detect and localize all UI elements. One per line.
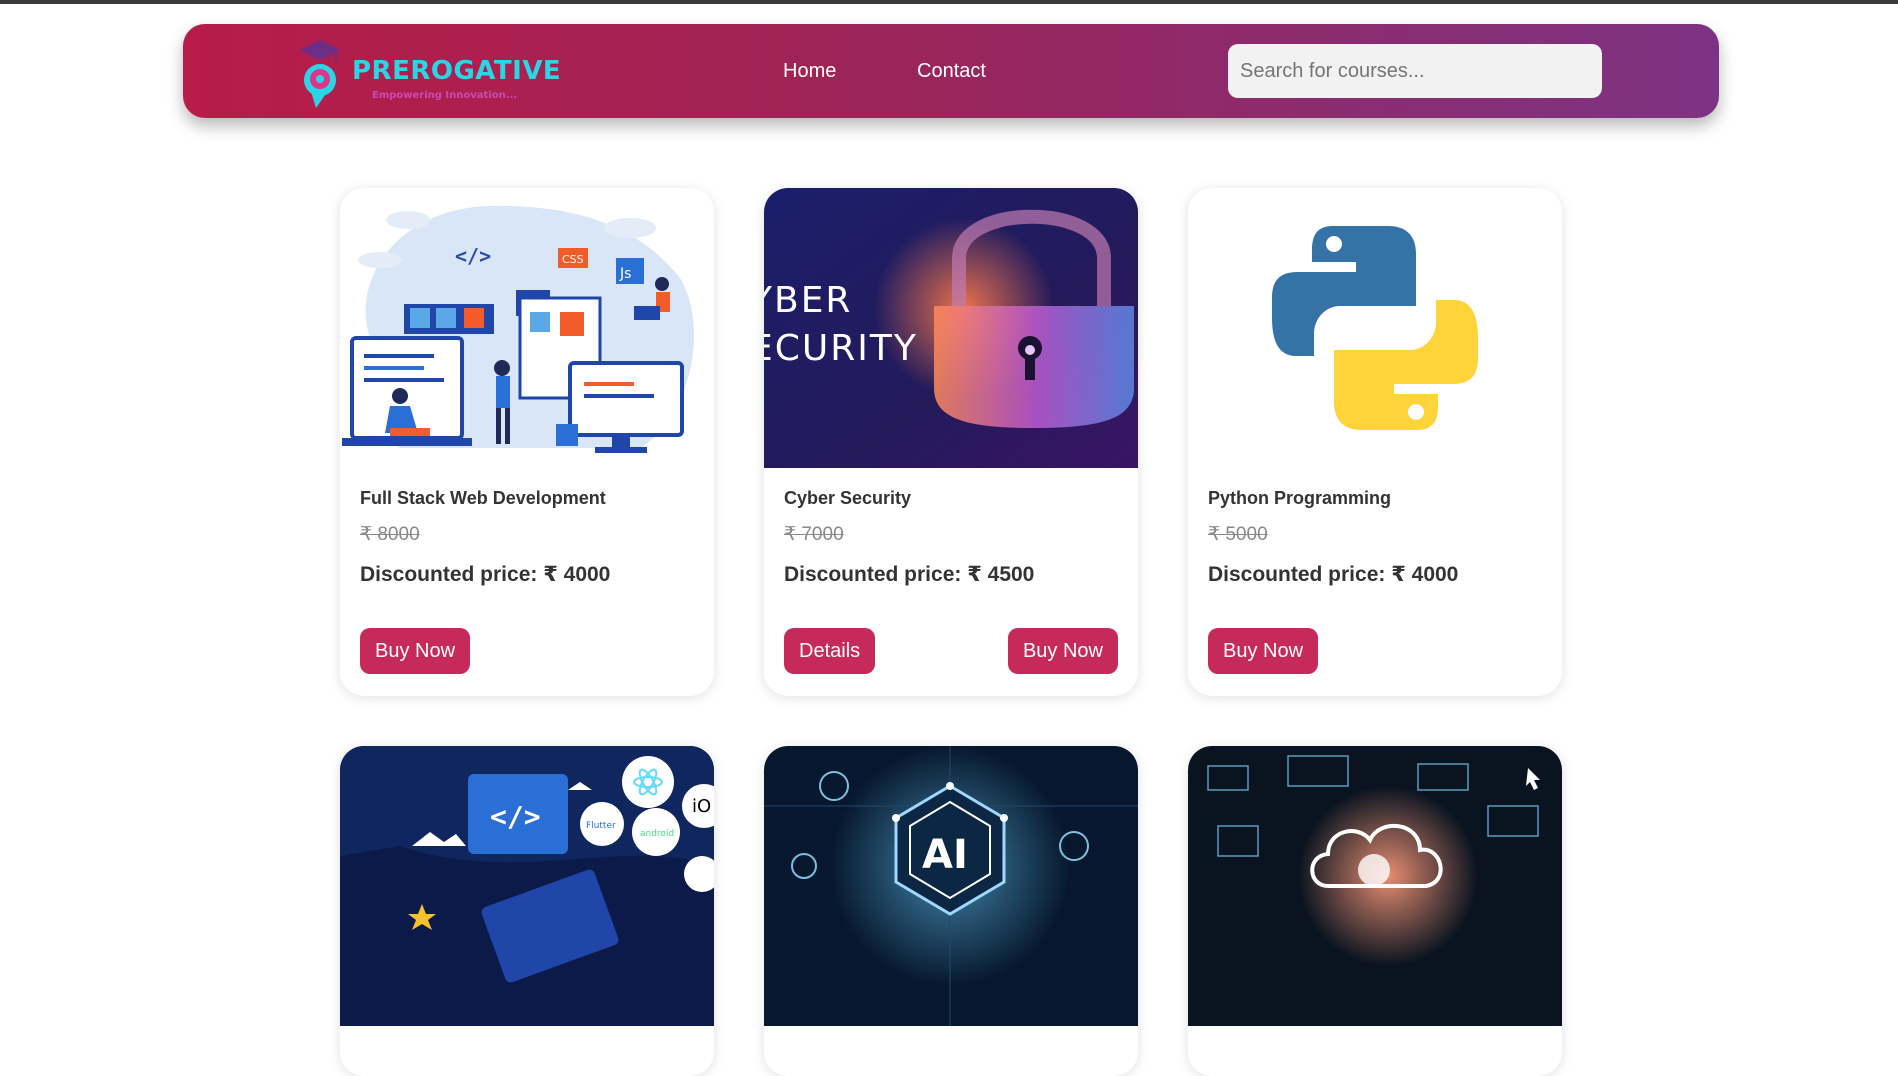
cyber-image-text: YBER bbox=[764, 280, 852, 321]
svg-text:Js: Js bbox=[619, 266, 631, 282]
buy-now-button[interactable]: Buy Now bbox=[360, 628, 471, 674]
nav-link-home[interactable]: Home bbox=[783, 60, 836, 83]
window-top-border bbox=[0, 0, 1898, 4]
course-title: Python Programming bbox=[1208, 488, 1392, 508]
svg-text:</>: </> bbox=[455, 244, 491, 268]
nav-link-contact[interactable]: Contact bbox=[917, 60, 986, 83]
course-card-web-development: </> CSS Js PHP bbox=[340, 188, 714, 696]
android-label: android bbox=[640, 829, 674, 839]
course-search-input[interactable] bbox=[1228, 44, 1602, 98]
discounted-price: Discounted price: ₹ 4000 bbox=[1208, 563, 1459, 586]
original-price: ₹ 8000 bbox=[360, 524, 420, 545]
course-card-cyber-security: YBER ECURITY Cyber Security ₹ 7000 Disco… bbox=[764, 188, 1138, 696]
app-development-image: </> Flutter android iO bbox=[340, 746, 714, 1026]
cloud-network-image bbox=[1188, 746, 1562, 1026]
course-card-python: Python Programming ₹ 5000 Discounted pri… bbox=[1188, 188, 1562, 696]
course-title: Cyber Security bbox=[784, 488, 912, 508]
brand-logo[interactable]: PREROGATIVE Empowering Innovation... bbox=[296, 36, 561, 108]
flutter-label: Flutter bbox=[586, 821, 616, 831]
ios-label: iO bbox=[692, 796, 711, 817]
course-title: Full Stack Web Development bbox=[360, 488, 606, 508]
original-price: ₹ 5000 bbox=[1208, 524, 1268, 545]
brand-tagline: Empowering Innovation... bbox=[372, 90, 518, 101]
python-logo-image bbox=[1188, 188, 1562, 468]
buy-now-button[interactable]: Buy Now bbox=[1007, 628, 1118, 674]
ai-chip-image: AI bbox=[764, 746, 1138, 1026]
course-card-cloud bbox=[1188, 746, 1562, 1076]
cyber-security-image: YBER ECURITY bbox=[764, 188, 1138, 468]
course-card-ai: AI bbox=[764, 746, 1138, 1076]
ai-label: AI bbox=[922, 832, 968, 878]
discounted-price: Discounted price: ₹ 4000 bbox=[360, 563, 611, 586]
buy-now-button[interactable]: Buy Now bbox=[1208, 628, 1319, 674]
details-button[interactable]: Details bbox=[784, 628, 876, 674]
svg-text:CSS: CSS bbox=[562, 253, 584, 266]
brand-name: PREROGATIVE bbox=[352, 56, 562, 86]
svg-text:ECURITY: ECURITY bbox=[764, 328, 918, 369]
navbar: PREROGATIVE Empowering Innovation... Hom… bbox=[183, 24, 1719, 118]
original-price: ₹ 7000 bbox=[784, 524, 844, 545]
svg-text:</>: </> bbox=[490, 800, 541, 833]
graduation-pin-icon bbox=[300, 40, 340, 108]
discounted-price: Discounted price: ₹ 4500 bbox=[784, 563, 1035, 586]
course-card-app-development: </> Flutter android iO bbox=[340, 746, 714, 1076]
web-development-illustration: </> CSS Js PHP bbox=[340, 188, 714, 468]
